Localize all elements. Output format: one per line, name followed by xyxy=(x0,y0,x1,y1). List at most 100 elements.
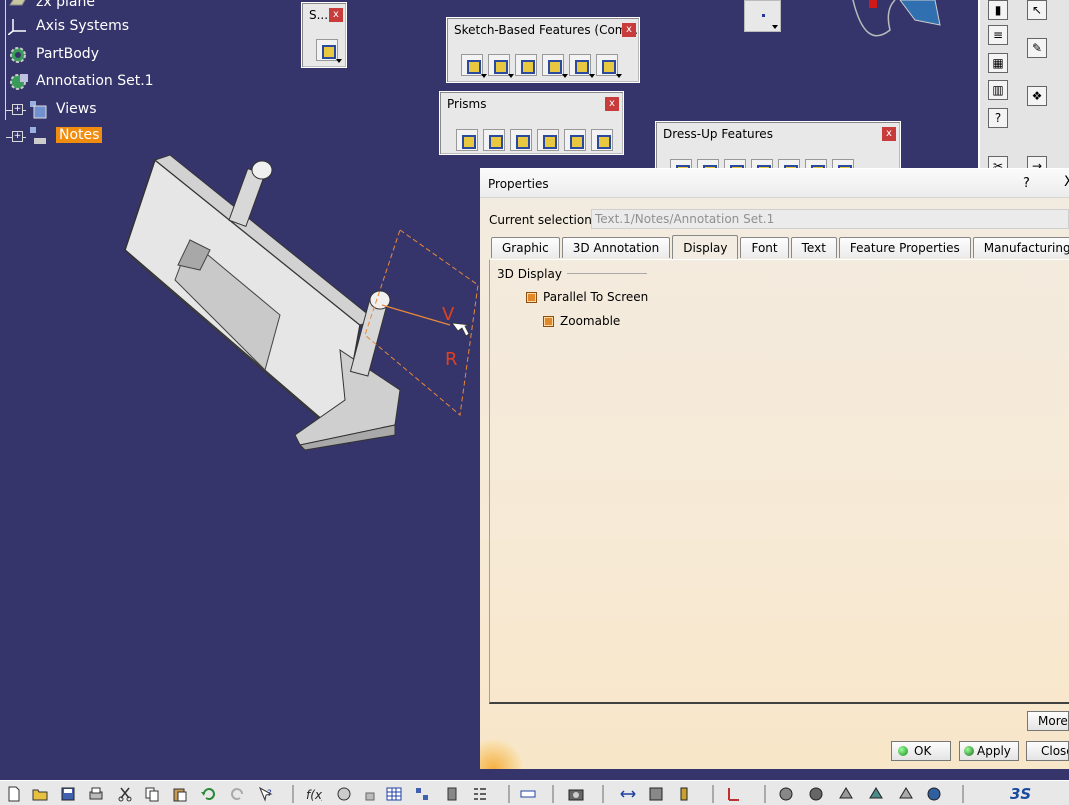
zoom-icon[interactable] xyxy=(676,786,692,802)
tab-manufacturing[interactable]: Manufacturing xyxy=(972,237,1069,258)
chevron-down-icon[interactable] xyxy=(772,25,778,29)
hide-show-icon[interactable] xyxy=(868,786,884,802)
catalog-icon[interactable]: ❖ xyxy=(1027,86,1047,106)
paste-icon[interactable] xyxy=(172,786,188,802)
dialog-title: Properties xyxy=(488,177,549,191)
database-icon[interactable]: ≡ xyxy=(988,25,1008,45)
notes-icon xyxy=(28,126,50,144)
close-button[interactable]: Close xyxy=(1026,741,1069,761)
tree-item-annotation-set[interactable]: Annotation Set.1 xyxy=(8,72,154,90)
prism-pad-icon[interactable] xyxy=(456,129,478,151)
tab-feature-properties[interactable]: Feature Properties xyxy=(838,237,971,258)
sketch-pencil-icon[interactable]: ✎ xyxy=(1027,38,1047,58)
view-mode-icon[interactable] xyxy=(838,786,854,802)
prism-shell-icon[interactable] xyxy=(537,129,559,151)
knowledge-icon[interactable] xyxy=(336,786,352,802)
more-button[interactable]: More... xyxy=(1027,711,1069,731)
apply-button[interactable]: Apply xyxy=(959,741,1019,761)
print-icon[interactable] xyxy=(88,786,104,802)
tab-3d-annotation[interactable]: 3D Annotation xyxy=(561,237,671,258)
prism-remove-icon[interactable] xyxy=(591,129,613,151)
tree-item-label: zx plane xyxy=(36,0,95,10)
tab-font[interactable]: Font xyxy=(740,237,789,258)
cut-icon[interactable] xyxy=(117,786,133,802)
toolbar-close-button[interactable]: x xyxy=(882,127,896,141)
loft-icon[interactable] xyxy=(596,54,622,78)
prism-draft-icon[interactable] xyxy=(510,129,532,151)
annotation-set-icon xyxy=(8,72,30,90)
redo-icon[interactable] xyxy=(230,786,246,802)
toolbar-separator xyxy=(712,785,714,803)
prism-thickness-icon[interactable] xyxy=(564,129,586,151)
shading-icon[interactable] xyxy=(808,786,824,802)
open-folder-icon[interactable] xyxy=(32,786,48,802)
copy-icon[interactable] xyxy=(144,786,160,802)
render-style-icon[interactable] xyxy=(778,786,794,802)
select-arrow-icon[interactable]: ↖ xyxy=(1027,0,1047,20)
tree-item-views[interactable]: Views xyxy=(28,100,97,119)
tree-item-label: Axis Systems xyxy=(36,18,129,34)
rib-icon[interactable] xyxy=(542,54,568,78)
prism-pocket-icon[interactable] xyxy=(483,129,505,151)
toolbar-close-button[interactable]: x xyxy=(605,97,619,111)
camera-icon[interactable] xyxy=(568,786,584,802)
zoomable-checkbox[interactable]: Zoomable xyxy=(543,314,620,328)
list-icon[interactable] xyxy=(472,786,488,802)
pan-icon[interactable] xyxy=(620,786,636,802)
parallel-to-screen-checkbox[interactable]: Parallel To Screen xyxy=(526,290,648,304)
annotation-text-frame[interactable]: V R xyxy=(360,225,485,425)
tab-graphic[interactable]: Graphic xyxy=(491,237,560,258)
fit-all-icon[interactable] xyxy=(648,786,664,802)
expand-icon[interactable]: + xyxy=(12,104,23,115)
lock-icon[interactable] xyxy=(362,786,378,802)
toolbar-prisms: Prisms x xyxy=(439,91,624,155)
measure-icon[interactable] xyxy=(520,786,536,802)
ok-button[interactable]: OK xyxy=(891,741,951,761)
checkbox-checked-icon xyxy=(543,315,554,327)
help-button[interactable]: ? xyxy=(1023,176,1030,191)
normal-view-icon[interactable] xyxy=(726,786,742,802)
compass-icon[interactable] xyxy=(845,0,945,40)
tree-expand-icon[interactable] xyxy=(414,786,430,802)
expand-icon[interactable]: + xyxy=(12,131,23,142)
bottom-toolbar: ? f(x) 3S xyxy=(0,780,1069,805)
tab-text[interactable]: Text xyxy=(790,237,837,258)
formula-icon[interactable]: f(x) xyxy=(306,786,322,802)
material-icon[interactable] xyxy=(926,786,942,802)
toolbar-close-button[interactable]: x xyxy=(622,23,636,37)
tree-item-label: PartBody xyxy=(36,46,99,62)
tab-bar: Graphic 3D Annotation Display Font Text … xyxy=(491,235,1069,259)
save-icon[interactable] xyxy=(60,786,76,802)
checkbox-label: Parallel To Screen xyxy=(543,290,649,304)
database-grid-icon[interactable]: ▦ xyxy=(988,53,1008,73)
tree-item-axis-systems[interactable]: Axis Systems xyxy=(7,17,129,36)
group-divider xyxy=(567,273,647,274)
swap-visible-icon[interactable] xyxy=(898,786,914,802)
toolbar-close-button[interactable]: x xyxy=(329,8,343,22)
tab-display[interactable]: Display xyxy=(672,235,739,259)
whats-this-help-icon[interactable]: ? xyxy=(258,786,274,802)
undo-icon[interactable] xyxy=(200,786,216,802)
hole-icon[interactable] xyxy=(515,54,537,76)
part-pin-upper-cap xyxy=(251,160,273,180)
sketch-tool-icon[interactable] xyxy=(316,39,342,63)
group-label-3d-display: 3D Display xyxy=(497,267,562,281)
new-file-icon[interactable] xyxy=(6,786,22,802)
close-icon[interactable]: X xyxy=(1064,174,1069,190)
svg-text:?: ? xyxy=(267,789,272,799)
pad-icon[interactable] xyxy=(461,54,487,78)
cylinder-stack-icon[interactable]: ▥ xyxy=(988,80,1008,100)
cylinder-icon[interactable]: ▮ xyxy=(988,0,1008,20)
toolbar-separator xyxy=(962,785,964,803)
stiffener-icon[interactable] xyxy=(569,54,595,78)
checkbox-checked-icon xyxy=(526,291,537,303)
tree-item-zx-plane[interactable]: zx plane xyxy=(8,0,95,11)
help-question-icon[interactable]: ? xyxy=(988,108,1008,128)
dialog-title-bar[interactable]: Properties ? X xyxy=(480,169,1069,198)
table-icon[interactable] xyxy=(386,786,402,802)
tree-item-notes[interactable]: Notes xyxy=(28,126,103,144)
tree-item-partbody[interactable]: PartBody xyxy=(8,45,99,63)
shaft-icon[interactable] xyxy=(488,54,514,78)
parameter-icon[interactable] xyxy=(444,786,460,802)
point-icon[interactable] xyxy=(762,14,765,17)
